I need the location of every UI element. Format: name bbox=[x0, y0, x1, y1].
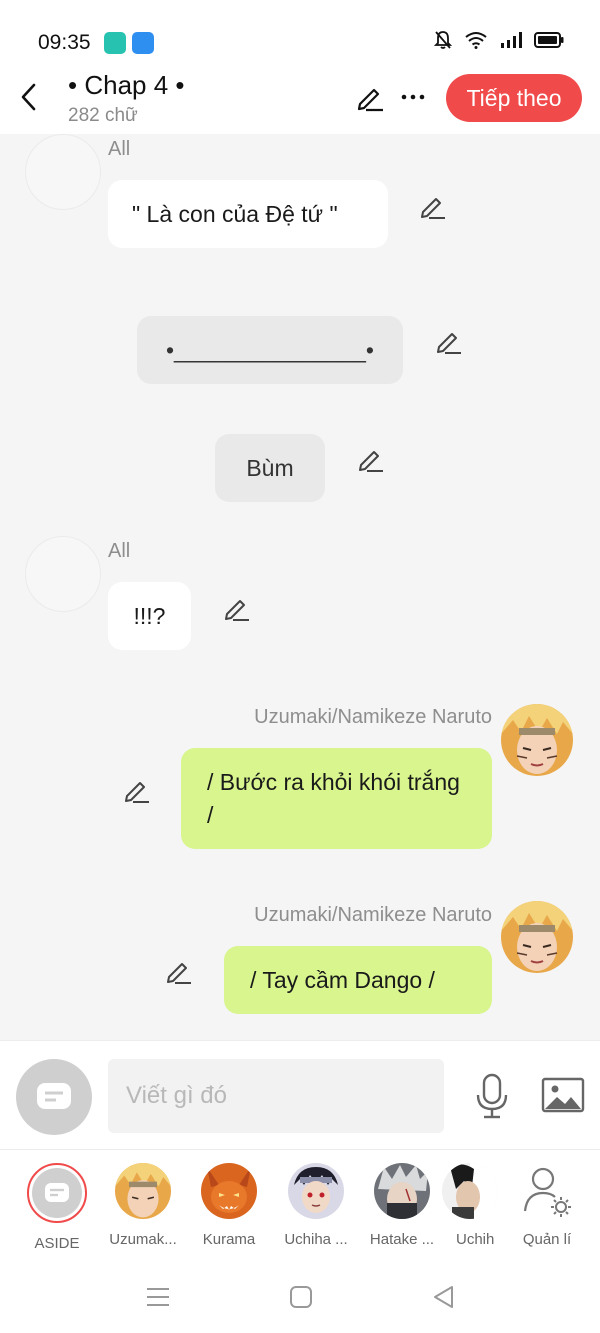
microphone-button[interactable] bbox=[472, 1073, 512, 1119]
edit-message-icon[interactable] bbox=[356, 445, 384, 473]
naruto-avatar bbox=[501, 901, 573, 973]
app-hotspot-icon bbox=[132, 32, 154, 54]
system-nav-bar bbox=[0, 1261, 600, 1333]
chat-bubble-icon bbox=[37, 1083, 71, 1109]
edit-message-icon[interactable] bbox=[122, 776, 150, 804]
battery-icon bbox=[534, 32, 564, 48]
user-settings-icon bbox=[523, 1167, 571, 1217]
message-bubble[interactable]: / Tay cầm Dango / bbox=[224, 946, 492, 1014]
character-aside[interactable]: ASIDE bbox=[12, 1163, 102, 1252]
edit-message-icon[interactable] bbox=[418, 192, 446, 220]
character-naruto[interactable]: Uzumak... bbox=[98, 1163, 188, 1248]
character-uchiha[interactable]: Uchiha ... bbox=[271, 1163, 361, 1248]
character-label: Kurama bbox=[202, 1231, 256, 1248]
character-label: Uzumak... bbox=[109, 1231, 177, 1248]
chat-bubble-icon bbox=[45, 1183, 69, 1202]
avatar-all[interactable] bbox=[25, 536, 101, 612]
character-label: ASIDE bbox=[34, 1235, 80, 1252]
chapter-header: • Chap 4 • 282 chữ Tiếp theo bbox=[0, 62, 600, 134]
character-label: Quản lí bbox=[522, 1231, 572, 1248]
chat-area[interactable]: All " Là con của Đệ tứ " •______________… bbox=[0, 134, 600, 1040]
pencil-icon bbox=[357, 88, 383, 112]
avatar-naruto[interactable] bbox=[501, 704, 573, 776]
uchiha-avatar-2 bbox=[442, 1163, 498, 1219]
character-kurama[interactable]: Kurama bbox=[184, 1163, 274, 1248]
message-input-bar bbox=[0, 1040, 600, 1150]
sender-name: All bbox=[108, 138, 131, 160]
image-icon bbox=[541, 1077, 585, 1113]
narration-bubble[interactable]: •_______________• bbox=[137, 316, 403, 384]
edit-title-button[interactable] bbox=[354, 82, 384, 112]
kurama-avatar bbox=[201, 1163, 257, 1219]
microphone-icon bbox=[476, 1073, 508, 1119]
home-icon[interactable] bbox=[287, 1283, 315, 1311]
aside-toggle-button[interactable] bbox=[16, 1059, 92, 1135]
sender-name: All bbox=[108, 540, 131, 562]
avatar-all[interactable] bbox=[25, 134, 101, 210]
character-label: Uchiha ... bbox=[284, 1231, 348, 1248]
character-selector: ASIDE Uzumak... Kurama Uchiha ... Hatake… bbox=[0, 1151, 600, 1261]
sender-name: Uzumaki/Namikeze Naruto bbox=[254, 706, 492, 728]
naruto-avatar bbox=[501, 704, 573, 776]
status-time: 09:35 bbox=[38, 31, 91, 54]
next-chapter-button[interactable]: Tiếp theo bbox=[446, 74, 582, 122]
hatake-avatar bbox=[374, 1163, 430, 1219]
edit-message-icon[interactable] bbox=[164, 957, 192, 985]
image-upload-button[interactable] bbox=[541, 1075, 585, 1115]
app-notification-icon bbox=[104, 32, 126, 54]
signal-icon bbox=[501, 32, 522, 48]
menu-icon[interactable] bbox=[144, 1283, 172, 1311]
message-input[interactable] bbox=[108, 1059, 444, 1133]
character-manage[interactable]: Quản lí bbox=[502, 1163, 592, 1248]
message-bubble[interactable]: !!!? bbox=[108, 582, 191, 650]
more-options-button[interactable] bbox=[400, 82, 426, 112]
back-button[interactable] bbox=[14, 80, 42, 114]
sender-name: Uzumaki/Namikeze Naruto bbox=[254, 904, 492, 926]
message-bubble[interactable]: / Bước ra khỏi khói trắng / bbox=[181, 748, 492, 849]
edit-message-icon[interactable] bbox=[222, 594, 250, 622]
more-dots-icon bbox=[401, 94, 425, 100]
chevron-left-icon bbox=[21, 83, 36, 111]
bell-muted-icon bbox=[434, 31, 452, 49]
message-bubble[interactable]: " Là con của Đệ tứ " bbox=[108, 180, 388, 248]
wifi-icon bbox=[465, 32, 487, 49]
uchiha-avatar bbox=[288, 1163, 344, 1219]
edit-message-icon[interactable] bbox=[434, 327, 462, 355]
naruto-avatar bbox=[115, 1163, 171, 1219]
narration-bubble[interactable]: Bùm bbox=[215, 434, 325, 502]
avatar-naruto[interactable] bbox=[501, 901, 573, 973]
word-count: 282 chữ bbox=[68, 105, 138, 126]
back-triangle-icon[interactable] bbox=[430, 1283, 458, 1311]
chapter-title: • Chap 4 • bbox=[68, 70, 185, 100]
